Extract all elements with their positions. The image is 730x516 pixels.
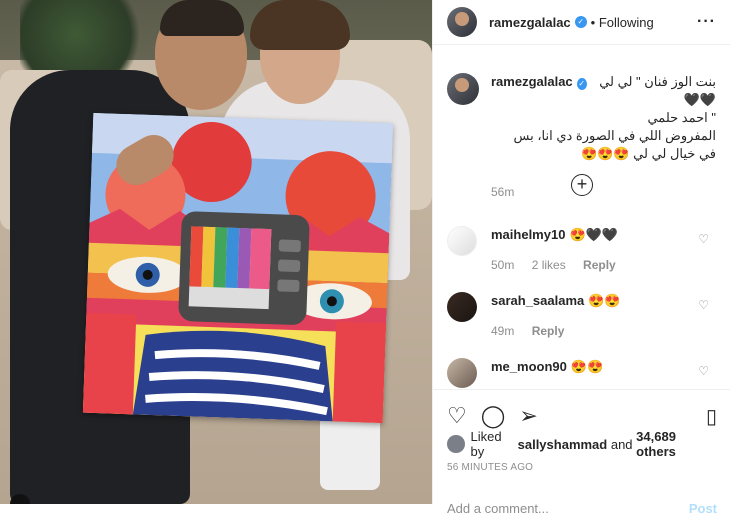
comment-username[interactable]: me_moon90 [491, 359, 567, 374]
woman-hair [250, 0, 350, 50]
post-photo[interactable] [0, 0, 432, 504]
comment-meta: 49m Reply [491, 324, 717, 338]
likes-middle: and [607, 436, 637, 452]
comment-likes[interactable]: 2 likes [532, 258, 566, 272]
heart-icon[interactable]: ♡ [698, 298, 709, 312]
comment-username[interactable]: sarah_saalama [491, 293, 584, 308]
caption-line-2: " احمد حلمي [647, 110, 716, 125]
comment-avatar[interactable] [447, 292, 477, 322]
more-icon[interactable]: ··· [697, 13, 716, 31]
comment-avatar[interactable] [447, 226, 477, 256]
comment-username[interactable]: maihelmy10 [491, 227, 565, 242]
caption-line-4: في خيال لي لي 😍😍😍 [580, 146, 716, 161]
post-header: ramezgalalac ✓ • Following ··· [433, 0, 730, 45]
author-username[interactable]: ramezgalalac [489, 15, 571, 30]
likes-others[interactable]: 34,689 others [636, 429, 717, 459]
author-avatar[interactable] [447, 7, 477, 37]
liker-username[interactable]: sallyshammad [518, 437, 608, 452]
caption-username[interactable]: ramezgalalac [491, 74, 573, 89]
share-icon[interactable]: ➢ [519, 403, 537, 429]
likes-line: Liked by sallyshammad and 34,689 others [433, 429, 730, 459]
comment-icon[interactable]: ◯ [481, 403, 506, 429]
reply-button[interactable]: Reply [532, 324, 565, 338]
comment-item: maihelmy10 😍🖤🖤 50m 2 likes Reply ♡ [433, 226, 730, 292]
comment-text: 😍😍 [570, 359, 604, 374]
post-side-panel: ramezgalalac ✓ • Following ··· ramezgala… [432, 0, 730, 516]
liker-avatar[interactable] [447, 435, 465, 453]
bookmark-icon[interactable]: ▯ [706, 404, 717, 429]
verified-badge-icon: ✓ [574, 16, 587, 28]
add-comment-input[interactable]: Add a comment... [447, 501, 549, 516]
comment-time: 50m [491, 258, 515, 272]
man-hair [160, 0, 244, 36]
comment-text: 😍🖤🖤 [569, 227, 618, 242]
caption-time: 56m [491, 185, 515, 199]
follow-status[interactable]: • Following [591, 15, 654, 30]
post-button[interactable]: Post [689, 501, 717, 516]
heart-icon[interactable]: ♡ [698, 232, 709, 246]
likes-prefix: Liked by [470, 429, 502, 459]
comment-item: sarah_saalama 😍😍 49m Reply ♡ [433, 292, 730, 358]
comment-text: 😍😍 [588, 293, 621, 308]
caption-line-3: المفروض اللي في الصورة دي انا، بس [513, 128, 716, 143]
reply-button[interactable]: Reply [583, 258, 616, 272]
caption: ramezgalalac ✓ بنت الوز فنان " لي لي 🖤🖤 "… [433, 45, 730, 199]
verified-badge-icon: ✓ [576, 78, 587, 90]
comment-time: 49m [491, 324, 515, 338]
comment-avatar[interactable] [447, 358, 477, 388]
plus-circle-icon[interactable]: + [571, 174, 593, 196]
comment-meta: 50m 2 likes Reply [491, 258, 717, 272]
heart-icon[interactable]: ♡ [698, 364, 709, 378]
action-bar: ♡ ◯ ➢ ▯ Liked by sallyshammad and 34,689… [433, 389, 730, 516]
plant [20, 0, 160, 70]
heart-icon[interactable]: ♡ [447, 403, 467, 429]
caption-avatar[interactable] [447, 73, 479, 105]
caption-line-1: بنت الوز فنان " لي لي 🖤🖤 [599, 74, 716, 107]
